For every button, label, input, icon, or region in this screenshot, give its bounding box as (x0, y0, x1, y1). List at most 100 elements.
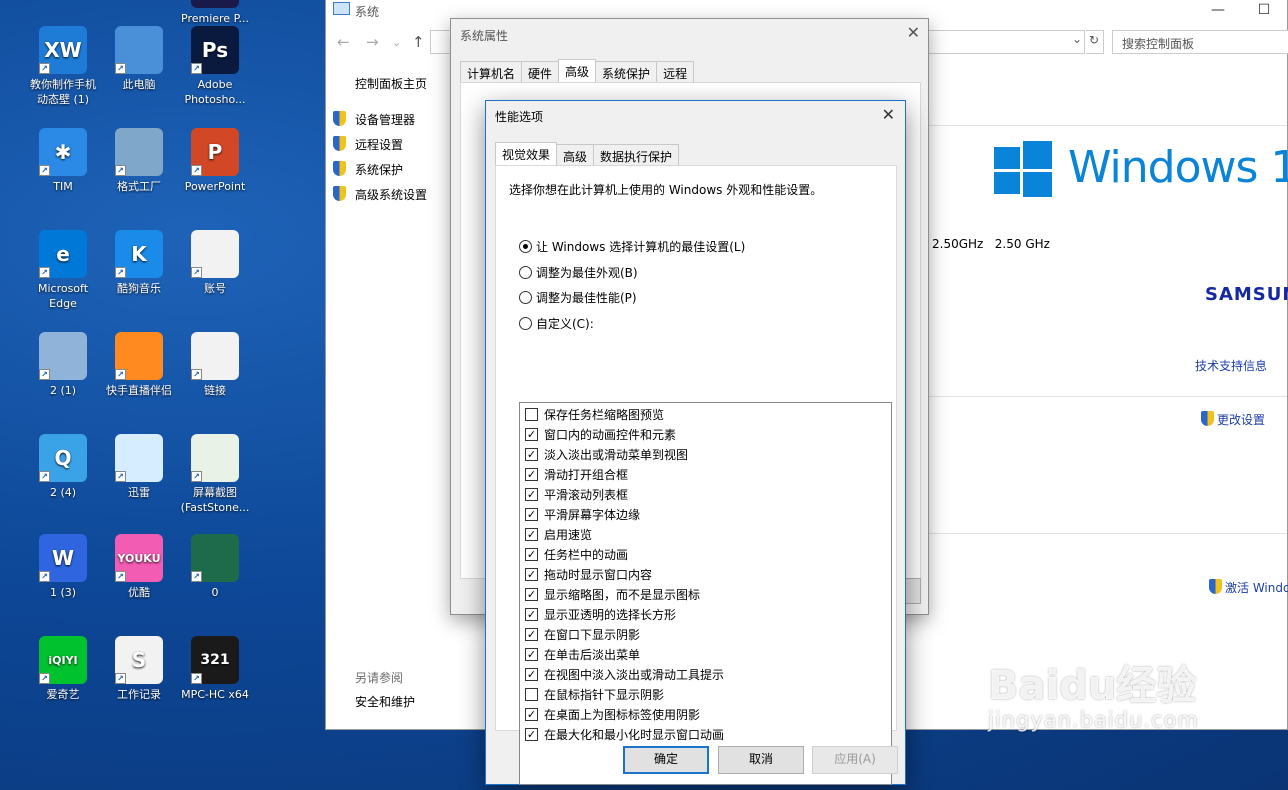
app-glyph: Ps (201, 37, 229, 62)
list-item[interactable]: ✓ 在最大化和最小化时显示窗口动画 (525, 726, 724, 743)
checkbox[interactable]: ✓ (525, 648, 538, 661)
desktop-icon[interactable]: 321 ↗ MPC-HC x64 (177, 636, 253, 702)
checkbox-label: 保存任务栏缩略图预览 (544, 408, 665, 422)
checkbox[interactable]: ✓ (525, 708, 538, 721)
checkbox[interactable]: ✓ (525, 728, 538, 741)
desktop-icon[interactable]: ↗ 此电脑 (101, 26, 177, 92)
list-item[interactable]: ✓ 窗口内的动画控件和元素 (525, 426, 676, 443)
list-item[interactable]: ✓ 显示亚透明的选择长方形 (525, 606, 676, 623)
radio-option[interactable]: 让 Windows 选择计算机的最佳设置(L) (519, 238, 745, 255)
desktop-icon[interactable]: ↗ 屏幕截图 (FastStone... (177, 434, 253, 515)
desktop-icon[interactable]: ↗ 迅雷 (101, 434, 177, 500)
search-placeholder: 搜索控制面板 (1122, 37, 1195, 51)
checkbox[interactable]: ✓ (525, 468, 538, 481)
advanced-settings-link[interactable]: 高级系统设置 (333, 186, 427, 203)
list-item[interactable]: 保存任务栏缩略图预览 (525, 406, 664, 423)
checkbox[interactable]: ✓ (525, 668, 538, 681)
maximize-button[interactable]: ☐ (1241, 0, 1287, 22)
list-item[interactable]: ✓ 在窗口下显示阴影 (525, 626, 640, 643)
list-item[interactable]: 在鼠标指针下显示阴影 (525, 686, 664, 703)
checkbox[interactable]: ✓ (525, 448, 538, 461)
forward-arrow-icon[interactable]: → (366, 33, 379, 51)
desktop-icon[interactable]: iQIYI ↗ 爱奇艺 (25, 636, 101, 702)
list-item[interactable]: ✓ 任务栏中的动画 (525, 546, 628, 563)
list-item[interactable]: ✓ 滑动打开组合框 (525, 466, 628, 483)
list-item[interactable]: ✓ 在桌面上为图标标签使用阴影 (525, 706, 700, 723)
search-input[interactable]: 搜索控制面板 (1112, 30, 1288, 54)
cancel-button[interactable]: 取消 (718, 746, 804, 774)
checkbox[interactable]: ✓ (525, 588, 538, 601)
chevron-down-icon[interactable]: ⌄ (392, 36, 401, 49)
back-arrow-icon[interactable]: ← (337, 33, 350, 51)
list-item[interactable]: ✓ 启用速览 (525, 526, 592, 543)
radio-button[interactable] (519, 291, 532, 304)
desktop-icon[interactable]: ↗ 格式工厂 (101, 128, 177, 194)
checkbox[interactable] (525, 688, 538, 701)
desktop-icon[interactable]: ↗ 0 (177, 534, 253, 600)
desktop-icon[interactable]: YOUKU ↗ 优酷 (101, 534, 177, 600)
checkbox[interactable]: ✓ (525, 608, 538, 621)
app-icon: W ↗ (39, 534, 87, 582)
security-maintenance-link[interactable]: 安全和维护 (355, 693, 415, 710)
desktop-icon[interactable]: Premiere P... (177, 0, 253, 26)
desktop-icon[interactable]: ↗ 快手直播伴侣 (101, 332, 177, 398)
close-icon[interactable]: ✕ (882, 105, 895, 124)
desktop-icon[interactable]: ✱ ↗ TIM (25, 128, 101, 194)
list-item[interactable]: ✓ 在单击后淡出菜单 (525, 646, 640, 663)
desktop-icon[interactable]: ↗ 2 (1) (25, 332, 101, 398)
desktop-icon[interactable]: S ↗ 工作记录 (101, 636, 177, 702)
desktop-icon[interactable]: ↗ 链接 (177, 332, 253, 398)
device-manager-link[interactable]: 设备管理器 (333, 111, 415, 128)
desktop-icon-label: 0 (211, 586, 219, 599)
checkbox[interactable]: ✓ (525, 508, 538, 521)
activate-windows-link[interactable]: 激活 Windo (1209, 579, 1288, 596)
minimize-button[interactable]: — (1195, 0, 1241, 22)
list-item[interactable]: ✓ 在视图中淡入淡出或滑动工具提示 (525, 666, 724, 683)
list-item[interactable]: ✓ 淡入淡出或滑动菜单到视图 (525, 446, 688, 463)
checkbox[interactable]: ✓ (525, 548, 538, 561)
desktop-icon[interactable]: Ps ↗ Adobe Photosho... (177, 26, 253, 107)
checkbox-label: 在最大化和最小化时显示窗口动画 (544, 728, 725, 742)
list-item[interactable]: ✓ 显示缩略图，而不是显示图标 (525, 586, 700, 603)
windows-logo-icon (994, 141, 1052, 197)
radio-button[interactable] (519, 240, 532, 253)
close-icon[interactable]: ✕ (907, 23, 920, 42)
desktop-icon[interactable]: ↗ 账号 (177, 230, 253, 296)
desktop-icon[interactable]: K ↗ 酷狗音乐 (101, 230, 177, 296)
address-dropdown-icon[interactable]: ⌄ (1072, 32, 1082, 46)
desktop-icon[interactable]: XW ↗ 教你制作手机动态壁 (1) (25, 26, 101, 107)
checkbox[interactable]: ✓ (525, 568, 538, 581)
list-item[interactable]: ✓ 平滑滚动列表框 (525, 486, 628, 503)
refresh-button[interactable]: ↻ (1086, 30, 1104, 54)
checkbox[interactable]: ✓ (525, 428, 538, 441)
desktop-icon[interactable]: W ↗ 1 (3) (25, 534, 101, 600)
app-icon: ↗ (39, 332, 87, 380)
desktop-icon[interactable]: Q ↗ 2 (4) (25, 434, 101, 500)
desktop-icon[interactable]: P ↗ PowerPoint (177, 128, 253, 194)
radio-button[interactable] (519, 266, 532, 279)
list-item[interactable]: ✓ 平滑屏幕字体边缘 (525, 506, 640, 523)
refresh-icon: ↻ (1089, 33, 1100, 47)
radio-button[interactable] (519, 317, 532, 330)
desktop-icon-label: 酷狗音乐 (117, 282, 161, 295)
support-info-link[interactable]: 技术支持信息 (1195, 357, 1267, 374)
checkbox[interactable]: ✓ (525, 628, 538, 641)
system-protection-link[interactable]: 系统保护 (333, 161, 403, 178)
shortcut-arrow-icon: ↗ (191, 369, 202, 380)
radio-option[interactable]: 调整为最佳性能(P) (519, 289, 637, 306)
checkbox[interactable] (525, 408, 538, 421)
up-arrow-icon[interactable]: ↑ (412, 33, 425, 51)
checkbox[interactable]: ✓ (525, 488, 538, 501)
radio-option[interactable]: 自定义(C): (519, 315, 594, 332)
change-settings-link[interactable]: 更改设置 (1201, 411, 1265, 428)
ok-button[interactable]: 确定 (623, 746, 709, 774)
desktop-icon[interactable]: e ↗ Microsoft Edge (25, 230, 101, 311)
checkbox-label: 显示亚透明的选择长方形 (544, 608, 677, 622)
apply-button[interactable]: 应用(A) (812, 746, 898, 774)
radio-option[interactable]: 调整为最佳外观(B) (519, 264, 638, 281)
list-item[interactable]: ✓ 拖动时显示窗口内容 (525, 566, 652, 583)
remote-settings-link[interactable]: 远程设置 (333, 136, 403, 153)
control-panel-home-link[interactable]: 控制面板主页 (355, 75, 427, 92)
checkbox[interactable]: ✓ (525, 528, 538, 541)
shortcut-arrow-icon: ↗ (115, 673, 126, 684)
